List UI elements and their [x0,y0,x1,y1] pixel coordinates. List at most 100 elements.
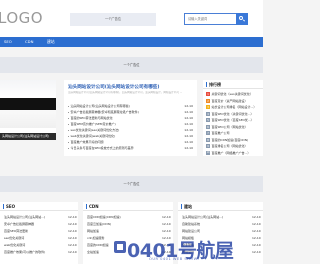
rank-item[interactable]: 8 百度的CDN加速(百度CDN) [206,137,248,142]
rank-number: 7 [206,131,210,135]
list-date: 12-10 [68,222,77,226]
featured-title[interactable]: 汕头网站设计公司(汕头网站设计公司有哪些) [68,84,159,90]
list-date: 12-10 [68,215,77,219]
rank-item[interactable]: 9 百度排名公司（网站优化） [206,144,248,148]
featured-desc: 汕头网站设计公司(汕头网站设计公司有哪些)，汕头网站设计公司，汕头网站设计，网站… [68,91,183,94]
list-date: 12-10 [252,215,261,219]
hero-caption[interactable]: 头网站设计公司(汕头网站设计公司) [0,133,56,140]
list-date: 12-10 [162,215,171,219]
rank-item[interactable]: 5 百度SEO优化（百度SEO优...） [206,118,254,122]
build-title: 建站 [184,204,192,209]
seo-title: SEO [6,204,16,209]
list-item[interactable]: 安卓广告拦截屏蔽神器 [4,222,34,226]
list-item[interactable]: 百度的CDN加速 [87,243,109,247]
hero-dark-band [0,98,56,110]
ranking-panel: 排行榜 1 关键词优化（seo关键词优化） 2 百度竞价（资产网站建设） 3 站长设计… [203,80,263,156]
hero-image[interactable]: 头网站设计公司(汕头网站设计公司) [0,80,56,140]
list-item[interactable]: 今日头条与百度在SEO投放方式上的原则与差异 [68,146,134,150]
watermark-icon [114,241,126,253]
list-item[interactable]: 百度SEO算法更新 [4,229,28,233]
list-item[interactable]: cdn加速服务 [87,236,104,240]
featured-article-more: 百度推广效果不好的问题 12-10 今日头条与百度在SEO投放方式上的原则与差异… [64,140,197,156]
ranking-title: 排行榜 [209,82,221,87]
rank-number: 10 [206,150,210,155]
list-date: 12-10 [68,236,77,240]
list-date: 12-10 [184,134,193,138]
rank-item[interactable]: 10 百度推广（网络推广广告...） [206,150,250,155]
list-item[interactable]: 网站加速 [87,229,99,233]
rank-item[interactable]: 7 百度推广公司 [206,131,230,135]
bullet-icon [68,105,69,107]
list-item[interactable]: 网站建设公司 [182,229,200,233]
list-item[interactable]: 百度推广效果(可以推广的软件) [4,250,45,254]
list-date: 12-10 [184,110,193,114]
accent-bar [86,204,87,209]
search-box [184,13,248,25]
accent-bar [3,204,4,209]
list-date: 12-10 [184,122,193,126]
list-item[interactable]: seo优化关键词 [4,236,24,240]
list-item[interactable]: web优化关键词(web关键词优化) [68,134,115,138]
bullet-icon [68,117,69,119]
build-header: 建站 [178,202,263,211]
list-item[interactable]: 百度推广效果不好的问题 [68,140,104,144]
bullet-icon [68,123,69,125]
nav-item-seo[interactable]: SEO [4,37,12,47]
rank-item[interactable]: 2 百度竞价（资产网站建设） [206,98,248,103]
list-date: 12-10 [68,229,77,233]
rank-number: 8 [206,137,210,142]
cdn-title: CDN [89,204,99,209]
list-item[interactable]: 百度CDN加速(CDN加速) [87,215,121,219]
search-input[interactable] [185,14,237,24]
header: LOGO 一个广告位 [0,0,263,37]
logo[interactable]: LOGO [0,9,43,27]
watermark-sub: OUR 0401 WEB SHOW [149,257,198,261]
ranking-header: 排行榜 [203,80,263,89]
list-item[interactable]: 汕头网站设计公司(汕头网站...) [4,215,45,219]
list-item[interactable]: 汕头网站设计公司(汕头网站...) [182,215,223,219]
rank-number: 3 [206,105,210,109]
rank-item[interactable]: 3 站长设计公司排名（网站设计...） [206,105,256,109]
bullet-icon [68,141,69,143]
list-item[interactable]: 百度云加速(CDN) [87,222,111,226]
list-date: 12-10 [184,140,193,144]
rank-number: 2 [206,98,210,103]
rank-item[interactable]: 4 百度SEO优化（关键词优化...） [206,111,254,116]
nav-item-cdn[interactable]: CDN [25,37,33,47]
main-nav: SEO CDN 建站 [0,37,263,47]
rank-number: 6 [206,124,210,129]
list-date: 12-10 [184,104,193,108]
cdn-header: CDN [83,202,173,211]
list-item[interactable]: 自助建站系统 [182,222,200,226]
seo-column: SEO 汕头网站设计公司(汕头网站...) 12-10 安卓广告拦截屏蔽神器 1… [0,202,78,264]
list-item[interactable]: 百度的SEO算法更新与网站优化 [68,116,113,120]
list-date: 12-10 [184,116,193,120]
list-item[interactable]: web优化关键词 [4,243,25,247]
list-date: 12-10 [252,222,261,226]
list-date: 12-10 [252,229,261,233]
rank-item[interactable]: 1 关键词优化（seo关键词优化） [206,92,253,96]
accent-bar [206,82,207,87]
header-ad[interactable]: 一个广告位 [70,13,156,26]
list-item[interactable]: 全站加速 [87,250,99,254]
list-item[interactable]: 安卓广告拦截屏蔽神器(安卓彻底屏蔽垃圾广告软件) [68,110,139,114]
rank-number: 4 [206,111,210,116]
list-date: 12-10 [68,250,77,254]
list-date: 12-10 [162,222,171,226]
watermark: 0401号航屋 OUR 0401 WEB SHOW [127,236,234,263]
list-date: 12-10 [252,243,261,247]
list-date: 12-10 [162,229,171,233]
ad-banner[interactable]: 一个广告位 [0,57,263,73]
bullet-icon [68,147,69,149]
list-item[interactable]: 汕头网站设计公司(汕头网站设计公司有哪些) [68,104,130,108]
bullet-icon [68,135,69,137]
nav-item-build[interactable]: 建站 [47,37,55,47]
list-item[interactable]: 百度SEM竞价推广(SEM竞价推广) [68,122,116,126]
ad-banner[interactable]: 一个广告位 [0,176,263,192]
list-item[interactable]: seo优化关键词(seo关键词优化方法) [68,128,119,132]
list-date: 12-10 [184,146,193,150]
seo-header: SEO [0,202,78,211]
search-button[interactable] [236,13,248,25]
search-icon [239,16,243,20]
rank-item[interactable]: 6 百度SEO公司（网站优化） [206,124,248,129]
